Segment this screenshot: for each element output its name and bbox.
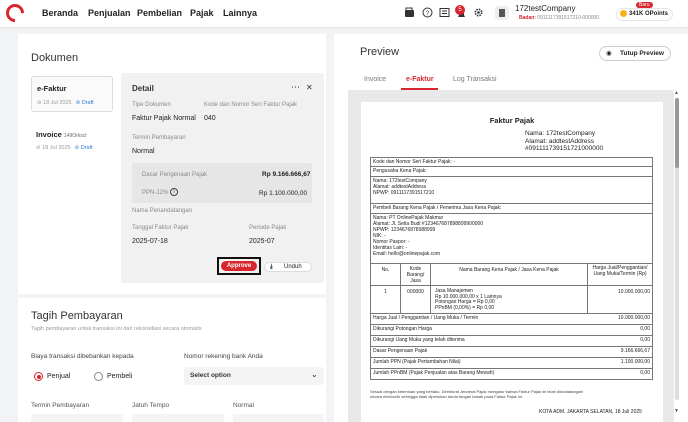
tagih-title: Tagih Pembayaran: [31, 310, 123, 322]
app-logo[interactable]: [2, 0, 28, 26]
ppnbm-row: Jumlah PPnBM (Pajak Penjualan atas Baran…: [370, 369, 653, 380]
company-name[interactable]: 172testCompany: [515, 4, 575, 13]
scroll-up-icon[interactable]: ▲: [674, 90, 679, 96]
ppn-label: PPN-12%: [142, 190, 169, 196]
normal-input[interactable]: [233, 414, 324, 422]
dpp-value: Rp 9.166.666,67: [262, 171, 311, 178]
draft-badge: ⊘ Draft: [75, 100, 94, 106]
coin-icon: [620, 9, 627, 17]
penandatangan-label: Nama Penandatangan: [132, 208, 193, 214]
top-navigation-bar: Beranda Penjualan Pembelian Pajak Lainny…: [0, 0, 688, 28]
tax-summary-box: [132, 163, 312, 203]
termin-label: Termin Pembayaran: [132, 135, 186, 141]
invoice-card-date: ⊘ 18 Jul 2025 ⊘ Draft: [36, 145, 93, 151]
opoints-balance[interactable]: 341K OPoints: [616, 8, 674, 21]
draft-badge: ⊘ Draft: [74, 145, 93, 151]
radio-penjual-label: Penjual: [47, 373, 71, 380]
jatuh-tempo-label: Jatuh Tempo: [132, 402, 170, 409]
scroll-down-icon[interactable]: ▼: [674, 408, 679, 414]
faktur-heading: Faktur Pajak: [489, 116, 535, 125]
company-id: Badan: 0911117391517210-000000: [519, 15, 600, 21]
jatuh-tempo-input[interactable]: [132, 414, 224, 422]
termin-input[interactable]: [31, 414, 123, 422]
pkp-detail-row: Nama: 172testCompany Alamat: addtestAddre…: [370, 177, 653, 204]
tutup-preview-button[interactable]: ◉ Tutup Preview: [599, 46, 671, 61]
tab-log-transaksi[interactable]: Log Transaksi: [453, 76, 497, 83]
tanggal-faktur-label: Tanggal Faktur Pajak: [132, 225, 189, 231]
dpp-label: Dasar Pengenaan Pajak: [142, 172, 208, 178]
unduh-button[interactable]: ⤓ Unduh: [264, 262, 312, 272]
tab-efaktur[interactable]: e-Faktur: [406, 76, 434, 83]
nav-lainnya[interactable]: Lainnya: [223, 8, 257, 18]
nav-pembelian[interactable]: Pembelian: [137, 8, 182, 18]
item-table-row: 1 000000 Jasa Manajemen Rp 10.000.000,00 …: [370, 286, 653, 314]
nav-beranda[interactable]: Beranda: [42, 8, 78, 18]
radio-pembeli[interactable]: [94, 372, 103, 381]
potongan-row: Dikurangi Potongan Harga 0,00: [370, 325, 653, 336]
total-harga-row: Harga Jual / Penggantian / Uang Muka / T…: [370, 314, 653, 325]
kode-seri-label: Kode dan Nomor Seri Faktur Pajak: [204, 102, 298, 108]
svg-text:?: ?: [425, 11, 429, 17]
efaktur-card-date: ⊘ 18 Jul 2025 ⊘ Draft: [37, 100, 94, 106]
approve-button[interactable]: Approve: [221, 261, 257, 271]
rekening-select[interactable]: Select option ⌄: [184, 367, 324, 385]
seller-header: Nama: 172testCompany Alamat: addtestAddre…: [525, 130, 604, 152]
pembeli-header-row: Pembeli Barang Kena Pajak / Penerima Jas…: [370, 204, 653, 214]
tab-invoice[interactable]: Invoice: [364, 76, 386, 83]
notification-count-badge: 5: [455, 5, 465, 15]
pembeli-detail-row: Nama: PT OnlinePajak Makmur Alamat: Jl. S…: [370, 214, 653, 264]
nav-pajak[interactable]: Pajak: [190, 8, 214, 18]
detail-title: Detail: [132, 84, 154, 93]
ppn-row: Jumlah PPN (Pajak Pertambahan Nilai) 1.10…: [370, 358, 653, 369]
efaktur-document-card[interactable]: e-Faktur ⊘ 18 Jul 2025 ⊘ Draft: [31, 76, 113, 112]
termin-pembayaran-label: Termin Pembayaran: [31, 402, 90, 409]
invoice-document-card[interactable]: Invoice 149Orkscl ⊘ 18 Jul 2025 ⊘ Draft: [31, 124, 113, 160]
tipe-dokumen-label: Tipe Dokumen: [132, 102, 171, 108]
kode-seri-row: Kode dan Nomor Seri Faktur Pajak: -: [370, 157, 653, 167]
radio-penjual[interactable]: [34, 372, 43, 381]
settings-gear-icon[interactable]: [472, 7, 484, 19]
signing-location: KOTA ADM. JAKARTA SELATAN, 18 Juli 2025: [539, 409, 642, 415]
periode-pajak-value: 2025-07: [249, 238, 275, 245]
tanggal-faktur-value: 2025-07-18: [132, 238, 168, 245]
faktur-pajak-page: Faktur Pajak Nama: 172testCompany Alamat:…: [361, 102, 663, 422]
preview-title: Preview: [360, 46, 400, 58]
radio-pembeli-label: Pembeli: [107, 373, 133, 380]
pkp-header-row: Pengusaha Kena Pajak:: [370, 167, 653, 177]
rekening-label: Nomor rekening bank Anda: [184, 353, 263, 360]
more-options-icon[interactable]: ⋯: [291, 82, 300, 93]
tipe-dokumen-value: Faktur Pajak Normal: [132, 115, 196, 122]
close-icon[interactable]: ✕: [306, 83, 313, 92]
eye-icon: ◉: [606, 50, 612, 57]
new-badge: Baru: [636, 2, 653, 8]
normal-label: Normal: [233, 402, 254, 409]
chevron-down-icon: ⌄: [311, 370, 318, 379]
dokumen-title: Dokumen: [31, 52, 79, 64]
invoice-card-title: Invoice 149Orkscl: [36, 130, 87, 139]
nav-penjualan[interactable]: Penjualan: [88, 8, 131, 18]
item-table-header: No. Kode Barang/ Jasa Nama Barang Kena P…: [370, 264, 653, 286]
info-icon[interactable]: i: [170, 188, 178, 196]
uang-muka-row: Dikurangi Uang Muka yang telah diterima 0…: [370, 336, 653, 347]
wallet-icon[interactable]: [403, 7, 415, 19]
download-icon: ⤓: [270, 264, 273, 270]
tagih-subtitle: Tagih pembayaran untuk transaksi ini dan…: [31, 326, 202, 332]
dpp-row: Dasar Pengenaan Pajak 9.166.666,67: [370, 347, 653, 358]
ppn-value: Rp 1.100.000,00: [259, 190, 308, 197]
legal-footnote: Sesuai dengan ketentuan yang berlaku, Di…: [370, 389, 584, 399]
periode-pajak-label: Periode Pajak: [249, 225, 287, 231]
scrollbar-track[interactable]: [675, 98, 679, 400]
termin-value: Normal: [132, 148, 155, 155]
company-building-icon[interactable]: [495, 6, 509, 20]
efaktur-card-title: e-Faktur: [37, 84, 67, 93]
help-icon[interactable]: ?: [421, 7, 433, 19]
kode-seri-value: 040: [204, 115, 216, 122]
document-list-icon[interactable]: [438, 7, 450, 19]
biaya-label: Biaya transaksi dibebankan kepada: [31, 353, 134, 360]
